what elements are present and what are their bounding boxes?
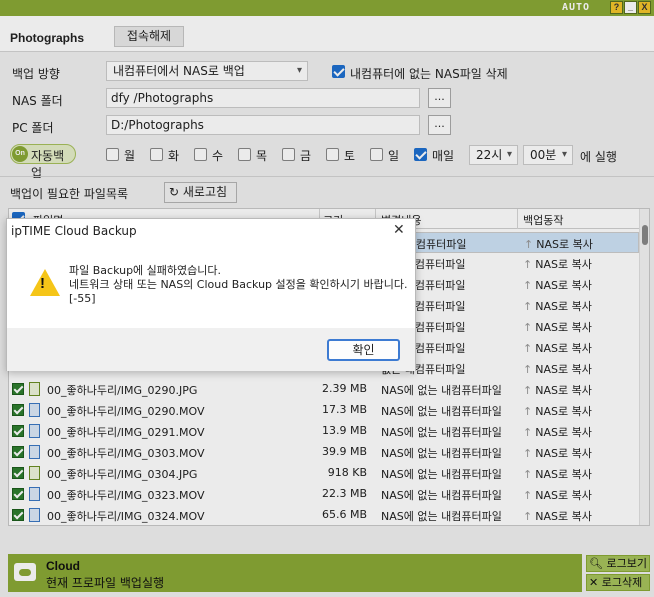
dialog-message: 파일 Backup에 실패하였습니다. 네트워크 상태 또는 NAS의 Clou… <box>69 264 409 306</box>
dialog-message-line2: 네트워크 상태 또는 NAS의 Cloud Backup 설정을 확인하시기 바… <box>69 278 408 305</box>
dialog-title: ipTIME Cloud Backup <box>11 224 137 238</box>
error-dialog: ipTIME Cloud Backup ✕ ! 파일 Backup에 실패하였습… <box>6 218 416 371</box>
warning-exclamation: ! <box>40 275 45 292</box>
dialog-message-line1: 파일 Backup에 실패하였습니다. <box>69 264 222 277</box>
dialog-close-button[interactable]: ✕ <box>393 222 405 238</box>
warning-icon <box>30 269 60 296</box>
ok-button[interactable]: 확인 <box>327 339 400 361</box>
